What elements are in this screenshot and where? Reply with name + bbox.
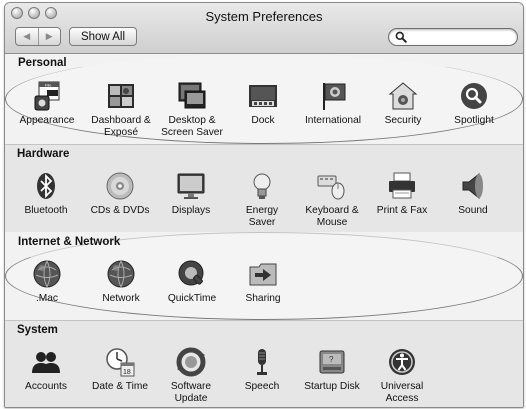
- svg-text:File: File: [45, 83, 52, 88]
- section-title: System: [17, 324, 58, 336]
- section-title: Internet & Network: [18, 236, 121, 248]
- pane-label: Speech: [244, 381, 280, 392]
- pane-label: QuickTime: [167, 293, 217, 304]
- pane-energy-saver[interactable]: Energy Saver: [225, 170, 299, 229]
- bluetooth-icon: [37, 173, 55, 199]
- appearance-icon: File: [34, 81, 60, 111]
- search-field[interactable]: [388, 28, 518, 46]
- sharing-icon: [249, 263, 277, 286]
- system-preferences-window: System Preferences ◀ ▶ Show All Personal…: [4, 2, 524, 408]
- section-system: System Accounts 18 Date & Time Software …: [5, 320, 523, 407]
- section-personal: Personal File Appearance Dashboard & Exp…: [5, 54, 523, 144]
- pane-international[interactable]: International: [296, 80, 370, 127]
- pane-appearance[interactable]: File Appearance: [10, 80, 84, 127]
- pane-label: Print & Fax: [376, 205, 428, 216]
- pane-label: Desktop & Screen Saver: [161, 115, 223, 138]
- pane-label: .Mac: [35, 293, 59, 304]
- displays-icon: [177, 173, 205, 199]
- section-hardware: Hardware Bluetooth CDs & DVDs Displays E…: [5, 144, 523, 232]
- search-icon: [395, 31, 407, 43]
- back-button[interactable]: ◀: [16, 28, 38, 45]
- print-fax-icon: [389, 172, 415, 199]
- pane-sound[interactable]: Sound: [436, 170, 510, 217]
- speech-icon: [257, 349, 267, 375]
- section-internet-network: Internet & Network .Mac Network QuickTim…: [5, 232, 523, 320]
- pane-label: Displays: [171, 205, 211, 216]
- international-icon: [323, 83, 346, 110]
- pane-speech[interactable]: Speech: [225, 346, 299, 393]
- accounts-icon: [32, 352, 60, 373]
- pane-label: Security: [384, 115, 422, 126]
- pane-keyboard-mouse[interactable]: Keyboard & Mouse: [295, 170, 369, 229]
- quicktime-icon: [178, 260, 204, 286]
- pane-displays[interactable]: Displays: [154, 170, 228, 217]
- section-title: Personal: [18, 57, 67, 69]
- pane-network[interactable]: Network: [84, 258, 158, 305]
- cds-dvds-icon: [106, 172, 134, 200]
- pane-label: Universal Access: [380, 381, 424, 404]
- pane-label: Appearance: [19, 115, 75, 126]
- search-input[interactable]: [409, 30, 509, 44]
- pane-label: Date & Time: [91, 381, 149, 392]
- pane-cds-dvds[interactable]: CDs & DVDs: [83, 170, 157, 217]
- startup-disk-icon: ?: [319, 350, 345, 374]
- pane-label: CDs & DVDs: [90, 205, 150, 216]
- pane-label: International: [304, 115, 362, 126]
- pane-label: Spotlight: [454, 115, 494, 126]
- pane-desktop-screensaver[interactable]: Desktop & Screen Saver: [155, 80, 229, 139]
- energy-saver-icon: [253, 173, 271, 199]
- pane-label: Network: [102, 293, 140, 304]
- pane-label: Keyboard & Mouse: [305, 205, 359, 228]
- pane-dock[interactable]: Dock: [226, 80, 300, 127]
- pane-print-fax[interactable]: Print & Fax: [365, 170, 439, 217]
- pane-startup-disk[interactable]: ? Startup Disk: [295, 346, 369, 393]
- software-update-icon: [176, 347, 206, 377]
- pane-label: Software Update: [170, 381, 212, 404]
- universal-access-icon: [389, 349, 415, 375]
- pane-spotlight[interactable]: Spotlight: [437, 80, 511, 127]
- pane-label: Accounts: [25, 381, 67, 392]
- svg-text:?: ?: [329, 355, 334, 364]
- desktop-screensaver-icon: [178, 82, 206, 109]
- forward-button[interactable]: ▶: [37, 28, 61, 45]
- pane-sharing[interactable]: Sharing: [226, 258, 300, 305]
- pane-date-time[interactable]: 18 Date & Time: [83, 346, 157, 393]
- pane-label: Bluetooth: [24, 205, 68, 216]
- pane-software-update[interactable]: Software Update: [154, 346, 228, 405]
- calendar-day-text: 18: [123, 369, 131, 376]
- pane-dashboard-expose[interactable]: Dashboard & Exposé: [84, 80, 158, 139]
- dotmac-icon: [33, 260, 61, 288]
- pane-label: Dashboard & Exposé: [91, 115, 151, 138]
- pane-universal-access[interactable]: Universal Access: [365, 346, 439, 405]
- window-title: System Preferences: [205, 9, 323, 24]
- pane-security[interactable]: Security: [366, 80, 440, 127]
- pane-bluetooth[interactable]: Bluetooth: [9, 170, 83, 217]
- pane-label: Sound: [458, 205, 488, 216]
- title-bar: System Preferences ◀ ▶ Show All: [5, 3, 523, 54]
- back-forward-control: ◀ ▶: [15, 27, 61, 46]
- date-time-icon: 18: [106, 348, 135, 377]
- spotlight-icon: [461, 83, 487, 109]
- dashboard-expose-icon: [108, 84, 134, 108]
- pane-label: Sharing: [245, 293, 281, 304]
- pane-quicktime[interactable]: QuickTime: [155, 258, 229, 305]
- pane-label: Startup Disk: [304, 381, 360, 392]
- security-icon: [388, 82, 418, 110]
- network-icon: [107, 260, 135, 288]
- dock-icon: [249, 85, 277, 107]
- pane-label: Dock: [251, 115, 275, 126]
- section-title: Hardware: [17, 148, 70, 160]
- pane-label: Energy Saver: [245, 205, 279, 228]
- show-all-button[interactable]: Show All: [69, 27, 137, 46]
- pane-dotmac[interactable]: .Mac: [10, 258, 84, 305]
- pane-accounts[interactable]: Accounts: [9, 346, 83, 393]
- sound-icon: [462, 172, 483, 200]
- keyboard-mouse-icon: [317, 175, 345, 200]
